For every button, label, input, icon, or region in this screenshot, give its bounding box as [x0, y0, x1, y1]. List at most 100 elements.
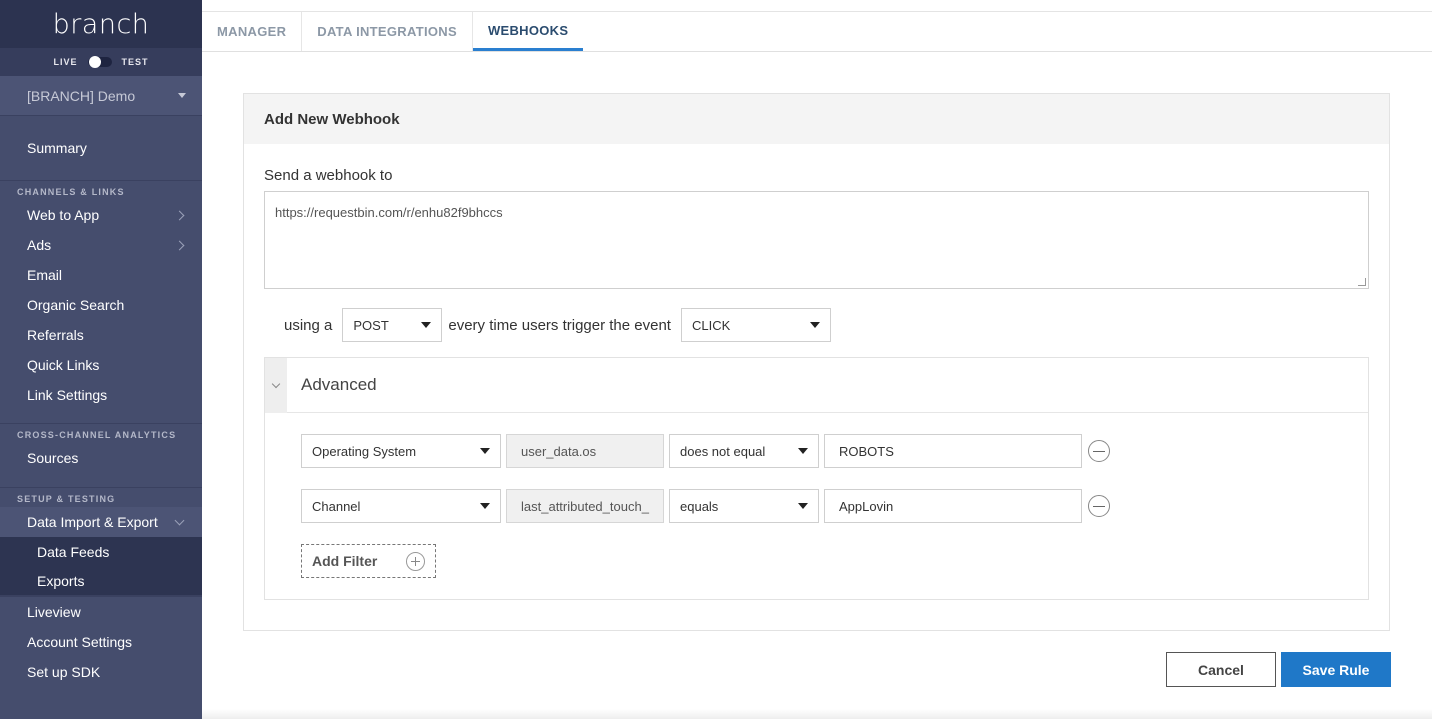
filter-value-text: AppLovin [839, 498, 894, 514]
filter-value-input[interactable]: ROBOTS [824, 434, 1082, 468]
sidebar-item-label: Quick Links [27, 357, 100, 373]
tab-bar: MANAGER DATA INTEGRATIONS WEBHOOKS [202, 12, 1432, 52]
sidebar-item-liveview[interactable]: Liveview [0, 597, 202, 627]
dropdown-arrow-icon [798, 503, 808, 509]
dropdown-arrow-icon [421, 322, 432, 328]
plus-circle-icon [406, 551, 425, 571]
url-value: https://requestbin.com/r/enhu82f9bhccs [275, 205, 503, 220]
sidebar-item-link-settings[interactable]: Link Settings [0, 380, 202, 410]
cancel-button[interactable]: Cancel [1166, 652, 1276, 687]
bottom-shade [202, 709, 1432, 719]
sidebar-item-label: Email [27, 267, 63, 283]
advanced-title: Advanced [301, 375, 377, 394]
filter-operator-select[interactable]: equals [669, 489, 819, 523]
section-header-setup: SETUP & TESTING [0, 487, 202, 507]
sidebar-item-exports[interactable]: Exports [0, 567, 202, 597]
env-test-label: TEST [121, 57, 149, 67]
filter-row: Channel last_attributed_touch_ equals Ap… [301, 489, 1110, 523]
sidebar-item-label: Account Settings [27, 634, 133, 650]
resize-grip-icon[interactable] [1358, 278, 1366, 286]
chevron-down-icon [174, 515, 185, 525]
tab-manager[interactable]: MANAGER [202, 12, 303, 51]
switch-knob [88, 56, 101, 68]
filter-key-field: user_data.os [506, 434, 664, 468]
advanced-collapse-toggle[interactable] [265, 357, 287, 413]
section-header-channels: CHANNELS & LINKS [0, 180, 202, 200]
dropdown-arrow-icon [809, 322, 820, 328]
filter-field-select[interactable]: Channel [301, 489, 501, 523]
main-content: MANAGER DATA INTEGRATIONS WEBHOOKS Add N… [202, 0, 1432, 719]
remove-filter-icon[interactable] [1088, 495, 1110, 517]
sidebar-item-label: Ads [27, 237, 52, 253]
env-live-label: LIVE [53, 57, 78, 67]
account-name: [BRANCH] Demo [27, 87, 136, 104]
method-event-row: using a POST every time users trigger th… [284, 308, 831, 342]
sidebar-item-data-feeds[interactable]: Data Feeds [0, 537, 202, 567]
filter-field-select[interactable]: Operating System [301, 434, 501, 468]
save-rule-button[interactable]: Save Rule [1281, 652, 1391, 687]
add-webhook-card: Add New Webhook Send a webhook to https:… [243, 93, 1390, 631]
filter-key-field: last_attributed_touch_ [506, 489, 664, 523]
sidebar-item-label: Web to App [27, 207, 100, 223]
tab-webhooks[interactable]: WEBHOOKS [472, 12, 584, 51]
sidebar-item-email[interactable]: Email [0, 260, 202, 290]
tab-data-integrations[interactable]: DATA INTEGRATIONS [302, 12, 473, 51]
sidebar-item-label: Data Import & Export [27, 514, 158, 530]
dropdown-arrow-icon [798, 448, 808, 454]
method-value: POST [353, 317, 389, 333]
sidebar-item-data-import-export[interactable]: Data Import & Export [0, 507, 202, 537]
event-select[interactable]: CLICK [680, 308, 831, 342]
sidebar-item-setup-sdk[interactable]: Set up SDK [0, 657, 202, 687]
section-header-analytics: CROSS-CHANNEL ANALYTICS [0, 423, 202, 443]
event-value: CLICK [691, 317, 731, 333]
dropdown-arrow-icon [480, 448, 490, 454]
sidebar-item-label: Set up SDK [27, 664, 101, 680]
sidebar-item-label: Exports [37, 573, 85, 589]
chevron-right-icon [174, 210, 185, 220]
sidebar-item-label: Data Feeds [37, 544, 110, 560]
sidebar-item-label: Organic Search [27, 297, 125, 313]
add-filter-label: Add Filter [312, 553, 378, 569]
sidebar: branch LIVE TEST [BRANCH] Demo Summary C… [0, 0, 202, 719]
sidebar-item-organic-search[interactable]: Organic Search [0, 290, 202, 320]
remove-filter-icon[interactable] [1088, 440, 1110, 462]
filter-field-value: Operating System [312, 443, 417, 459]
method-select[interactable]: POST [342, 308, 443, 342]
filter-row: Operating System user_data.os does not e… [301, 434, 1110, 468]
caret-down-icon [178, 93, 186, 98]
filter-field-value: Channel [312, 498, 361, 514]
sidebar-item-ads[interactable]: Ads [0, 230, 202, 260]
env-toggle: LIVE TEST [0, 48, 202, 76]
sidebar-item-sources[interactable]: Sources [0, 443, 202, 473]
sidebar-item-quick-links[interactable]: Quick Links [0, 350, 202, 380]
filter-key-value: user_data.os [521, 443, 597, 459]
sidebar-item-label: Sources [27, 450, 79, 466]
chevron-right-icon [174, 240, 185, 250]
sidebar-item-summary[interactable]: Summary [0, 133, 202, 163]
sidebar-item-label: Liveview [27, 604, 81, 620]
sidebar-item-label: Link Settings [27, 387, 108, 403]
advanced-panel: Advanced Operating System user_data.os d… [264, 357, 1369, 600]
branch-logo[interactable]: branch [53, 9, 150, 40]
logo-area: branch [0, 0, 202, 48]
filter-key-value: last_attributed_touch_ [521, 498, 649, 514]
filter-operator-value: equals [680, 498, 719, 514]
top-bar [202, 0, 1432, 12]
dropdown-arrow-icon [480, 503, 490, 509]
card-title: Add New Webhook [244, 94, 1389, 144]
send-webhook-label: Send a webhook to [264, 167, 393, 184]
add-filter-button[interactable]: Add Filter [301, 544, 436, 578]
webhook-url-textarea[interactable]: https://requestbin.com/r/enhu82f9bhccs [264, 191, 1369, 289]
filter-value-text: ROBOTS [839, 443, 894, 459]
account-select[interactable]: [BRANCH] Demo [0, 76, 202, 116]
sidebar-item-label: Summary [27, 140, 87, 156]
filter-value-input[interactable]: AppLovin [824, 489, 1082, 523]
live-test-switch[interactable] [87, 56, 112, 68]
sidebar-item-referrals[interactable]: Referrals [0, 320, 202, 350]
filter-operator-select[interactable]: does not equal [669, 434, 819, 468]
sidebar-item-web-to-app[interactable]: Web to App [0, 200, 202, 230]
advanced-header[interactable]: Advanced [265, 357, 1368, 413]
chevron-down-icon [271, 379, 281, 388]
sidebar-item-account-settings[interactable]: Account Settings [0, 627, 202, 657]
sidebar-item-label: Referrals [27, 327, 84, 343]
